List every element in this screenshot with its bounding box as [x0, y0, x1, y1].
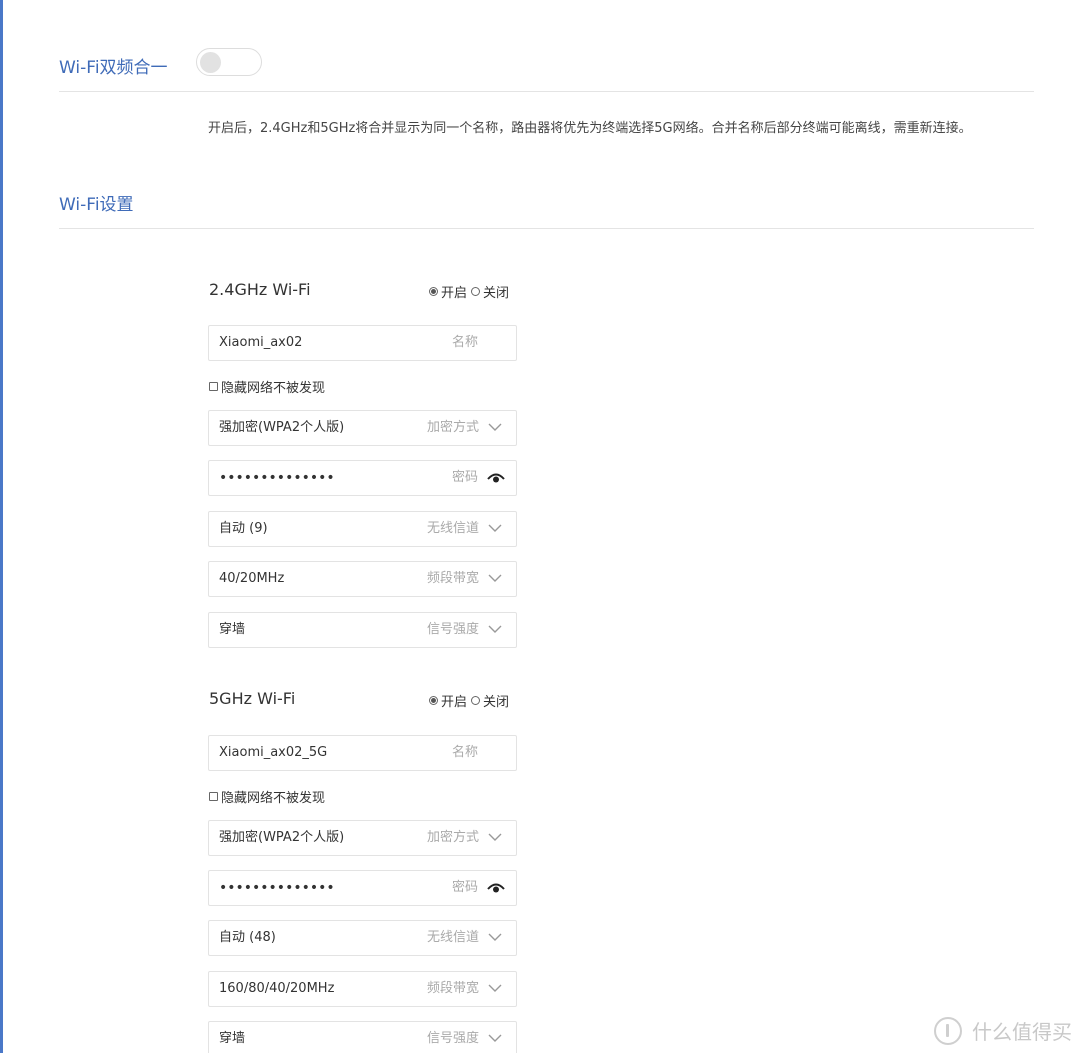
band-24-title: 2.4GHz Wi-Fi: [209, 280, 311, 299]
eye-icon[interactable]: [487, 882, 505, 894]
band-24-signal-select[interactable]: 穿墙 信号强度: [208, 612, 517, 648]
band-5-bandwidth-label: 频段带宽: [426, 981, 479, 996]
band-24-bandwidth-value: 40/20MHz: [219, 571, 285, 586]
band-5-encryption-value: 强加密(WPA2个人版): [219, 830, 345, 845]
band-5-radio-on-label: 开启: [441, 695, 468, 710]
band-24-signal-value: 穿墙: [219, 622, 246, 637]
left-edge-bar: [0, 0, 3, 1053]
band-5-bandwidth-value: 160/80/40/20MHz: [219, 981, 335, 996]
band-24-ssid-field[interactable]: Xiaomi_ax02 名称: [208, 325, 517, 361]
band-24-radio-on-label: 开启: [441, 286, 468, 301]
band-5-hide-row: 隐藏网络不被发现: [209, 787, 325, 806]
settings-divider: [59, 228, 1034, 229]
chevron-down-icon: [488, 984, 502, 992]
band-5-radio-off-label: 关闭: [483, 695, 510, 710]
band-24-radio-off[interactable]: [471, 287, 481, 296]
band-24-encryption-select[interactable]: 强加密(WPA2个人版) 加密方式: [208, 410, 517, 446]
band-5-encryption-label: 加密方式: [426, 830, 479, 845]
watermark: 什么值得买: [934, 1016, 1072, 1045]
band-5-signal-label: 信号强度: [426, 1031, 479, 1046]
band-5-radio-off[interactable]: [471, 696, 481, 705]
band-24-ssid-label: 名称: [451, 335, 478, 350]
band-5-ssid-value: Xiaomi_ax02_5G: [219, 745, 328, 760]
band-24-encryption-value: 强加密(WPA2个人版): [219, 420, 345, 435]
chevron-down-icon: [488, 833, 502, 841]
wifi-settings-title: Wi-Fi设置: [59, 195, 134, 215]
band-5-password-value: ••••••••••••••: [219, 880, 335, 896]
band-24-hide-checkbox[interactable]: [209, 382, 218, 391]
band-24-channel-select[interactable]: 自动 (9) 无线信道: [208, 511, 517, 547]
band-24-signal-label: 信号强度: [426, 622, 479, 637]
band-24-password-value: ••••••••••••••: [219, 470, 335, 486]
watermark-text: 什么值得买: [972, 1020, 1072, 1044]
merge-title: Wi-Fi双频合一: [59, 58, 168, 78]
band-24-radio-on[interactable]: [429, 287, 438, 296]
eye-icon[interactable]: [487, 472, 505, 484]
band-24-radio-off-label: 关闭: [483, 286, 510, 301]
chevron-down-icon: [488, 423, 502, 431]
band-24-password-label: 密码: [451, 470, 478, 485]
chevron-down-icon: [488, 574, 502, 582]
band-24-bandwidth-select[interactable]: 40/20MHz 频段带宽: [208, 561, 517, 597]
band-5-title: 5GHz Wi-Fi: [209, 689, 296, 708]
band-24-bandwidth-label: 频段带宽: [426, 571, 479, 586]
band-5-bandwidth-select[interactable]: 160/80/40/20MHz 频段带宽: [208, 971, 517, 1007]
band-24-encryption-label: 加密方式: [426, 420, 479, 435]
band-24-radio-group: 开启 关闭: [429, 282, 513, 301]
chevron-down-icon: [488, 933, 502, 941]
band-5-signal-value: 穿墙: [219, 1031, 246, 1046]
chevron-down-icon: [488, 524, 502, 532]
band-5-radio-group: 开启 关闭: [429, 691, 513, 710]
band-5-channel-value: 自动 (48): [219, 930, 276, 945]
toggle-knob: [200, 52, 221, 73]
merge-description: 开启后，2.4GHz和5GHz将合并显示为同一个名称，路由器将优先为终端选择5G…: [208, 121, 972, 136]
band-24-ssid-value: Xiaomi_ax02: [219, 335, 303, 350]
band-24-hide-row: 隐藏网络不被发现: [209, 377, 325, 396]
wifi-settings-page: Wi-Fi双频合一 开启后，2.4GHz和5GHz将合并显示为同一个名称，路由器…: [0, 0, 1080, 1053]
merge-divider: [59, 91, 1034, 92]
band-5-ssid-field[interactable]: Xiaomi_ax02_5G 名称: [208, 735, 517, 771]
band-5-password-field[interactable]: •••••••••••••• 密码: [208, 870, 517, 906]
chevron-down-icon: [488, 1034, 502, 1042]
zhi-logo-icon: [934, 1016, 962, 1045]
band-5-password-label: 密码: [451, 880, 478, 895]
band-5-hide-label: 隐藏网络不被发现: [221, 791, 326, 806]
band-5-hide-checkbox[interactable]: [209, 792, 218, 801]
merge-toggle[interactable]: [196, 48, 262, 76]
band-24-password-field[interactable]: •••••••••••••• 密码: [208, 460, 517, 496]
band-24-channel-label: 无线信道: [426, 521, 479, 536]
band-5-encryption-select[interactable]: 强加密(WPA2个人版) 加密方式: [208, 820, 517, 856]
band-24-hide-label: 隐藏网络不被发现: [221, 381, 326, 396]
band-5-ssid-label: 名称: [451, 745, 478, 760]
band-5-radio-on[interactable]: [429, 696, 438, 705]
band-5-signal-select[interactable]: 穿墙 信号强度: [208, 1021, 517, 1053]
chevron-down-icon: [488, 625, 502, 633]
band-5-channel-select[interactable]: 自动 (48) 无线信道: [208, 920, 517, 956]
band-24-channel-value: 自动 (9): [219, 521, 268, 536]
band-5-channel-label: 无线信道: [426, 930, 479, 945]
